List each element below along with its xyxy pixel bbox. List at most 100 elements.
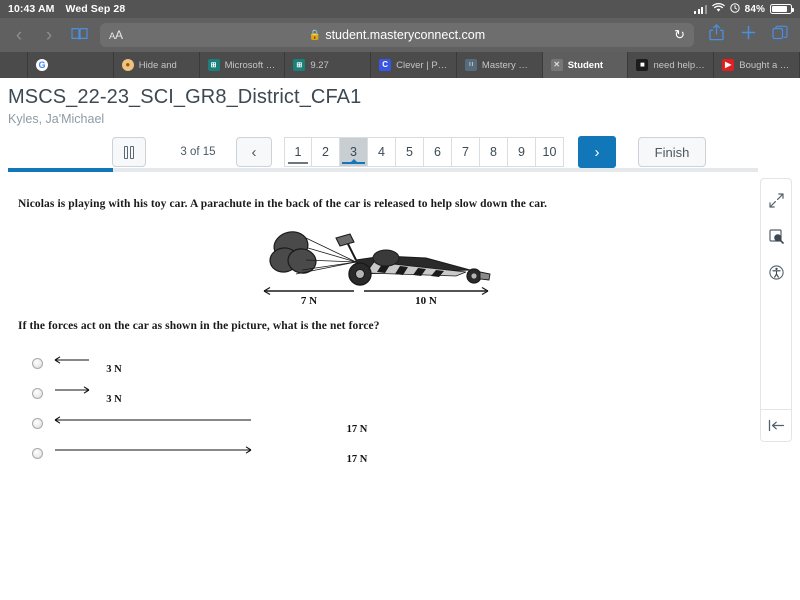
question-stem: Nicolas is playing with his toy car. A p…: [18, 198, 548, 210]
browser-tab-label: need help hu...: [653, 59, 705, 71]
page-number-10[interactable]: 10: [536, 137, 564, 167]
page-number-5[interactable]: 5: [396, 137, 424, 167]
page-number-4[interactable]: 4: [368, 137, 396, 167]
page-number-8[interactable]: 8: [480, 137, 508, 167]
rotation-lock-icon: [729, 2, 740, 16]
page-number-label: 2: [322, 145, 329, 159]
browser-tab-label: Hide and: [138, 59, 177, 71]
answer-choice-a[interactable]: 3 N: [18, 348, 734, 378]
dragster-with-parachute-figure: 7 N 10 N: [263, 231, 491, 306]
page-number-6[interactable]: 6: [424, 137, 452, 167]
page-number-label: 5: [406, 145, 413, 159]
browser-tab[interactable]: G: [28, 52, 114, 78]
google-icon: G: [36, 59, 48, 71]
browser-tab[interactable]: ∷ Mastery Con...: [457, 52, 543, 78]
page-number-3[interactable]: 3: [340, 137, 368, 167]
text-size-icon[interactable]: AA: [109, 28, 123, 42]
arrow-left-icon: [54, 356, 89, 364]
pause-button[interactable]: [112, 137, 146, 167]
browser-tab-label: 9.27: [310, 59, 329, 71]
address-bar-url-group: 🔒 student.masteryconnect.com: [100, 28, 694, 42]
student-name: Kyles, Ja'Michael: [8, 112, 105, 126]
browser-tab[interactable]: ⊞ 9.27: [285, 52, 372, 78]
masteryconnect-icon: ∷: [464, 59, 477, 71]
radio-button[interactable]: [32, 357, 43, 369]
browser-tab-label: Microsoft Fo...: [224, 59, 277, 71]
figure-left-force-label: 7 N: [301, 295, 317, 306]
browser-tab-label: Bought a *F...: [739, 59, 792, 71]
radio-button[interactable]: [32, 387, 43, 399]
browser-tab[interactable]: C Clever | Portal: [371, 52, 457, 78]
browser-tab-label: Student: [567, 59, 604, 71]
browser-tab-label: Mastery Con...: [481, 59, 534, 71]
radio-button[interactable]: [32, 447, 43, 459]
choice-force-arrow: 17 N: [51, 414, 367, 435]
browser-tab[interactable]: ✕ Student: [542, 52, 629, 78]
arrow-right-icon: [55, 446, 252, 454]
radio-button[interactable]: [32, 417, 43, 429]
reload-icon[interactable]: ↻: [674, 27, 685, 43]
chevron-right-icon: ›: [594, 143, 600, 161]
choice-force-arrow: 3 N: [51, 384, 122, 405]
page-number-7[interactable]: 7: [452, 137, 480, 167]
browser-tab[interactable]: ● Hide and: [114, 52, 200, 78]
next-question-button[interactable]: ›: [578, 136, 616, 168]
browser-tab[interactable]: ▶ Bought a *F...: [714, 52, 800, 78]
page-number-label: 3: [350, 145, 357, 159]
book-sidebar-icon[interactable]: [70, 26, 88, 45]
answer-choice-d[interactable]: 17 N: [18, 438, 734, 468]
arrow-left-icon: [54, 416, 251, 424]
safari-toolbar: ‹ › AA 🔒 student.masteryconnect.com ↻: [0, 18, 800, 52]
expand-fullscreen-icon[interactable]: [761, 185, 791, 215]
choice-label: 3 N: [106, 394, 122, 405]
pause-icon: [123, 145, 135, 159]
figure-right-force-label: 10 N: [415, 295, 437, 306]
back-chevron-icon[interactable]: ‹: [10, 26, 28, 45]
tan-site-icon: ●: [121, 59, 134, 71]
status-bar-time: 10:43 AM: [8, 3, 55, 15]
plus-icon[interactable]: [738, 25, 758, 45]
page-number-1[interactable]: 1: [284, 137, 312, 167]
answer-choice-c[interactable]: 17 N: [18, 408, 734, 438]
question-content: Nicolas is playing with his toy car. A p…: [0, 184, 750, 600]
page-number-9[interactable]: 9: [508, 137, 536, 167]
share-icon[interactable]: [706, 24, 726, 46]
address-bar-url: student.masteryconnect.com: [325, 28, 486, 42]
tab-strip-spacer[interactable]: [0, 52, 28, 78]
browser-tab-label: Clever | Portal: [396, 59, 448, 71]
close-tab-icon: ✕: [550, 59, 563, 71]
page-number-2[interactable]: 2: [312, 137, 340, 167]
browser-tab[interactable]: ■ need help hu...: [628, 52, 715, 78]
accessibility-icon[interactable]: [761, 257, 791, 287]
status-bar-right: 84%: [694, 2, 794, 16]
microsoft-forms-icon: ⊞: [207, 59, 220, 71]
finish-button[interactable]: Finish: [638, 137, 706, 167]
progress-bar-fill: [8, 168, 113, 172]
address-bar[interactable]: AA 🔒 student.masteryconnect.com ↻: [100, 23, 694, 47]
question-figure: 7 N 10 N: [18, 210, 734, 306]
question-counter: 3 of 15: [180, 146, 216, 158]
chevron-left-icon: ‹: [251, 143, 257, 161]
clever-icon: C: [379, 59, 392, 71]
progress-bar: [8, 168, 758, 172]
padlock-icon: 🔒: [308, 29, 322, 41]
page-number-label: 8: [490, 145, 497, 159]
tabs-icon[interactable]: [770, 25, 790, 45]
choice-label: 3 N: [106, 364, 122, 375]
previous-question-button[interactable]: ‹: [236, 137, 272, 167]
masteryconnect-app: MSCS_22-23_SCI_GR8_District_CFA1 Kyles, …: [0, 78, 800, 600]
collapse-panel-icon[interactable]: [761, 409, 791, 441]
question-prompt: If the forces act on the car as shown in…: [18, 320, 380, 332]
page-number-label: 4: [378, 145, 385, 159]
page-title: MSCS_22-23_SCI_GR8_District_CFA1: [8, 86, 362, 108]
browser-tab[interactable]: ⊞ Microsoft Fo...: [200, 52, 286, 78]
magnifier-zoom-icon[interactable]: [761, 221, 791, 251]
ios-status-bar: 10:43 AM Wed Sep 28 84%: [0, 0, 800, 18]
choice-force-arrow: 17 N: [51, 444, 367, 465]
wifi-icon: [711, 2, 725, 16]
forward-chevron-icon[interactable]: ›: [40, 26, 58, 45]
answer-choice-b[interactable]: 3 N: [18, 378, 734, 408]
page-number-label: 9: [518, 145, 525, 159]
status-bar-date: Wed Sep 28: [65, 3, 126, 15]
page-number-list: 1 2 3 4 5 6 7 8 9 10: [284, 137, 564, 167]
